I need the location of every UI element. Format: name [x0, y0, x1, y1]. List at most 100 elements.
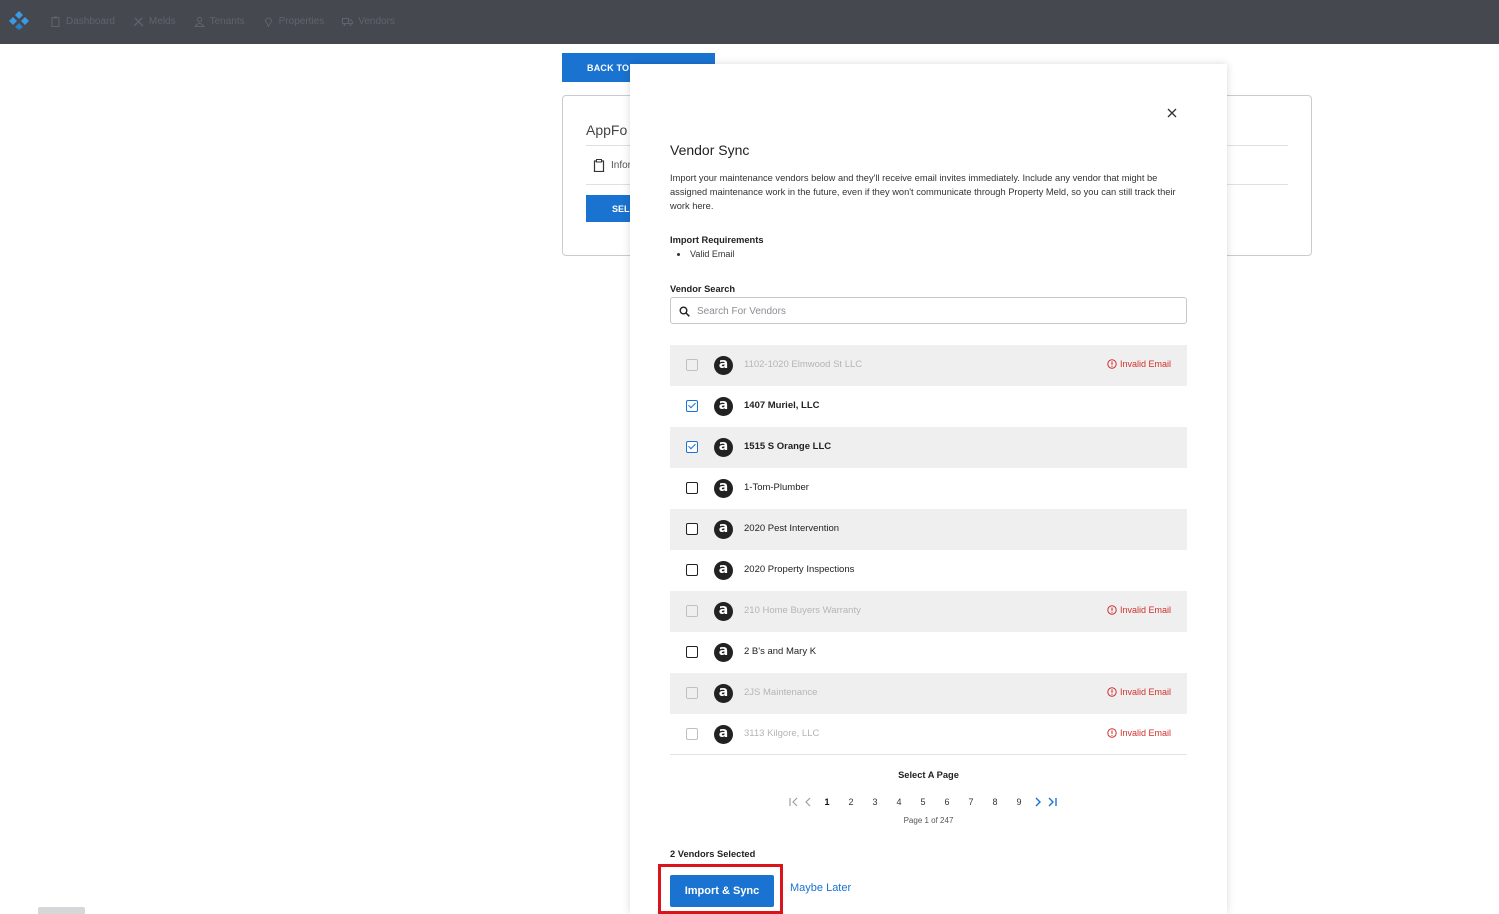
page-number-1[interactable]: 1 — [815, 797, 839, 807]
integration-card-title: AppFo — [586, 122, 628, 138]
requirement-text: Valid Email — [690, 249, 735, 259]
invalid-email-text: Invalid Email — [1119, 728, 1171, 738]
vendor-row: 2JS Maintenance Invalid Email — [670, 673, 1187, 714]
property-meld-logo-icon[interactable] — [8, 10, 30, 30]
help-tab[interactable] — [38, 907, 85, 914]
page-number-5[interactable]: 5 — [911, 797, 935, 807]
vendor-list: 1102-1020 Elmwood St LLC Invalid Email 140… — [670, 345, 1187, 755]
bullet-icon — [677, 252, 680, 256]
invalid-email-badge: Invalid Email — [1107, 359, 1171, 369]
vendor-row: 1-Tom-Plumber — [670, 468, 1187, 509]
page-number-9[interactable]: 9 — [1007, 797, 1031, 807]
vendor-name: 1102-1020 Elmwood St LLC — [744, 359, 863, 370]
clipboard-icon — [51, 16, 60, 27]
nav-item-properties[interactable]: Properties — [263, 14, 325, 28]
nav-item-tenants[interactable]: Tenants — [193, 14, 245, 28]
previous-page-icon[interactable] — [801, 795, 815, 809]
alert-circle-icon — [1107, 728, 1117, 738]
nav-label-melds: Melds — [148, 15, 176, 27]
vendor-row: 210 Home Buyers Warranty Invalid Email — [670, 591, 1187, 632]
vendor-row: 2020 Pest Intervention — [670, 509, 1187, 550]
selected-count: 2 Vendors Selected — [670, 849, 756, 859]
vendor-search-field[interactable] — [670, 297, 1187, 324]
vendor-checkbox[interactable] — [686, 523, 698, 535]
divider — [670, 754, 1187, 755]
maybe-later-link[interactable]: Maybe Later — [790, 882, 851, 894]
first-page-icon[interactable] — [787, 795, 801, 809]
invalid-email-badge: Invalid Email — [1107, 687, 1171, 697]
clipboard-icon — [593, 159, 605, 172]
vendor-checkbox — [686, 605, 698, 617]
invalid-email-text: Invalid Email — [1119, 605, 1171, 615]
nav-item-vendors[interactable]: Vendors — [342, 14, 395, 28]
appfolio-logo-icon — [714, 684, 733, 703]
search-icon — [679, 306, 690, 317]
vendor-row: 1407 Muriel, LLC — [670, 386, 1187, 427]
vendor-checkbox — [686, 359, 698, 371]
integration-info-text: Infor — [611, 160, 632, 171]
pagination: 123456789 — [787, 795, 1059, 809]
tools-icon — [133, 17, 144, 26]
vendor-row: 1102-1020 Elmwood St LLC Invalid Email — [670, 345, 1187, 386]
nav-label-properties: Properties — [278, 15, 325, 27]
vendor-name: 2020 Pest Intervention — [744, 523, 840, 534]
nav-item-dashboard[interactable]: Dashboard — [50, 14, 115, 28]
appfolio-logo-icon — [714, 561, 733, 580]
vendor-name: 1-Tom-Plumber — [744, 482, 809, 493]
alert-circle-icon — [1107, 687, 1117, 697]
vendor-row: 3113 Kilgore, LLC Invalid Email — [670, 714, 1187, 755]
page-number-3[interactable]: 3 — [863, 797, 887, 807]
vendor-checkbox[interactable] — [686, 564, 698, 576]
vendor-checkbox — [686, 687, 698, 699]
vendor-row: 2 B's and Mary K — [670, 632, 1187, 673]
vendor-name: 2 B's and Mary K — [744, 646, 817, 657]
vendor-name: 1407 Muriel, LLC — [744, 400, 820, 411]
nav-label-dashboard: Dashboard — [66, 15, 115, 27]
nav-item-melds[interactable]: Melds — [133, 14, 176, 28]
appfolio-logo-icon — [714, 602, 733, 621]
modal-description: Import your maintenance vendors below an… — [670, 173, 1176, 211]
appfolio-logo-icon — [714, 479, 733, 498]
vendor-checkbox[interactable] — [686, 400, 698, 412]
page-of-text: Page 1 of 247 — [903, 816, 954, 825]
person-icon — [193, 16, 205, 27]
vendor-name: 3113 Kilgore, LLC — [744, 728, 820, 739]
integration-info: Infor — [593, 159, 631, 172]
vendor-row: 2020 Property Inspections — [670, 550, 1187, 591]
invalid-email-badge: Invalid Email — [1107, 728, 1171, 738]
appfolio-logo-icon — [714, 520, 733, 539]
pagination-label: Select A Page — [898, 770, 959, 780]
page-number-8[interactable]: 8 — [983, 797, 1007, 807]
vendor-checkbox — [686, 728, 698, 740]
last-page-icon[interactable] — [1045, 795, 1059, 809]
vendor-checkbox[interactable] — [686, 441, 698, 453]
vendor-sync-modal: Vendor Sync Import your maintenance vend… — [630, 64, 1227, 914]
vendor-checkbox[interactable] — [686, 482, 698, 494]
alert-circle-icon — [1107, 605, 1117, 615]
next-page-icon[interactable] — [1031, 795, 1045, 809]
vendor-name: 210 Home Buyers Warranty — [744, 605, 861, 616]
appfolio-logo-icon — [714, 725, 733, 744]
page-number-6[interactable]: 6 — [935, 797, 959, 807]
vendor-search-label: Vendor Search — [670, 284, 736, 294]
page-number-7[interactable]: 7 — [959, 797, 983, 807]
vendor-checkbox[interactable] — [686, 646, 698, 658]
map-pin-icon — [264, 17, 272, 27]
highlight-box: Import & Sync — [658, 864, 783, 914]
import-sync-button[interactable]: Import & Sync — [670, 875, 774, 907]
appfolio-logo-icon — [714, 643, 733, 662]
vendor-name: 2020 Property Inspections — [744, 564, 855, 575]
page-number-4[interactable]: 4 — [887, 797, 911, 807]
appfolio-logo-icon — [714, 438, 733, 457]
page-number-2[interactable]: 2 — [839, 797, 863, 807]
appfolio-logo-icon — [714, 356, 733, 375]
close-icon[interactable] — [1165, 106, 1179, 120]
nav-label-tenants: Tenants — [209, 15, 245, 27]
top-navigation-bar: Dashboard Melds Tenants Properties Vendo… — [0, 0, 1499, 44]
page-numbers: 123456789 — [815, 797, 1031, 807]
nav-label-vendors: Vendors — [358, 15, 395, 27]
vendor-search-input[interactable] — [697, 303, 1177, 319]
invalid-email-text: Invalid Email — [1119, 687, 1171, 697]
vendor-row: 1515 S Orange LLC — [670, 427, 1187, 468]
truck-icon — [342, 17, 354, 26]
